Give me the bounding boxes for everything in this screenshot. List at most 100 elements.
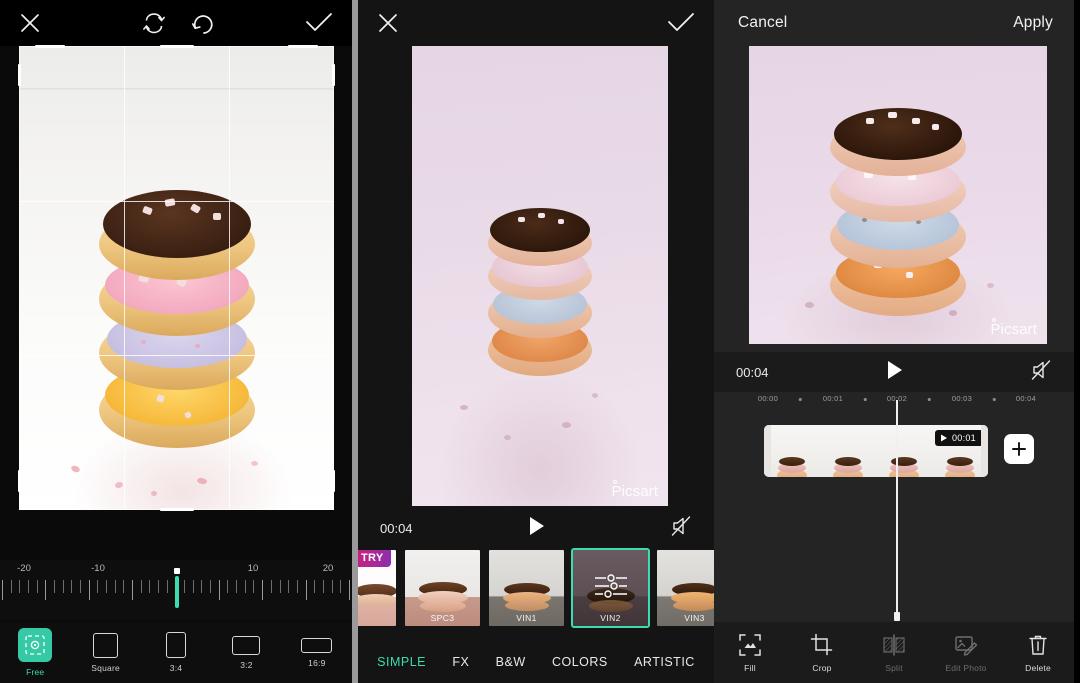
tool-fill[interactable]: Fill <box>714 622 786 683</box>
filter-thumb-vin3[interactable]: VIN3 <box>655 548 714 628</box>
tab-fx[interactable]: FX <box>452 655 469 669</box>
timeline-dot <box>863 398 867 401</box>
confirm-crop-icon[interactable] <box>304 10 334 36</box>
trash-icon <box>1029 635 1047 655</box>
ratio-free[interactable]: Free <box>0 622 70 683</box>
close-icon[interactable] <box>17 10 43 36</box>
crop-preview-image <box>19 46 334 510</box>
tab-simple[interactable]: SIMPLE <box>377 655 426 669</box>
tab-bw[interactable]: B&W <box>496 655 526 669</box>
crop-stage[interactable] <box>0 45 352 560</box>
close-icon[interactable] <box>375 10 401 36</box>
timeline-track[interactable]: 00:01 <box>714 416 1074 486</box>
clip-trim-handle-left[interactable] <box>764 425 771 477</box>
ruler-indicator[interactable] <box>175 576 179 608</box>
filter-name: SPC3 <box>430 613 455 623</box>
ruler-tick <box>140 580 142 593</box>
edit-photo-icon <box>955 635 978 656</box>
filter-stage: Picsart <box>358 46 714 508</box>
filter-name: VIN2 <box>600 613 621 623</box>
filter-panel: Picsart 00:04 TRY SPC3 VIN1 VIN2 VIN3 SI… <box>358 0 714 683</box>
ruler-tick <box>253 580 255 593</box>
timeline-ruler: 00:00 00:01 00:02 00:03 00:04 <box>714 392 1074 412</box>
clip-frame <box>764 425 820 477</box>
playhead-handle[interactable] <box>894 612 900 621</box>
mute-icon[interactable] <box>1030 359 1052 386</box>
timeline-clip[interactable]: 00:01 <box>764 425 988 477</box>
ruler-tick <box>54 580 56 593</box>
clip-tools-bar: Fill Crop Split Edit Photo Delete <box>714 622 1074 683</box>
filter-thumb-vin1[interactable]: VIN1 <box>487 548 566 628</box>
ruler-tick <box>192 580 194 593</box>
video-preview[interactable]: Picsart <box>412 46 668 506</box>
filter-thumb[interactable]: TRY <box>358 548 398 628</box>
ratio-3-4[interactable]: 3:4 <box>141 622 211 683</box>
playback-time: 00:04 <box>380 520 413 536</box>
filter-topbar <box>358 0 714 46</box>
clip-frame <box>876 425 932 477</box>
ruler-tick <box>331 580 333 593</box>
tool-label: Crop <box>812 662 832 673</box>
rotation-ruler[interactable]: -20 -10 10 20 <box>0 560 352 620</box>
filter-strip[interactable]: TRY SPC3 VIN1 VIN2 VIN3 <box>358 548 714 630</box>
playhead[interactable] <box>896 400 898 615</box>
play-icon[interactable] <box>525 515 547 542</box>
timeline-tick: 00:01 <box>822 394 844 403</box>
split-icon <box>883 634 905 655</box>
confirm-filter-icon[interactable] <box>666 10 696 36</box>
widescreen-icon <box>301 637 333 653</box>
timeline-topbar: Cancel Apply <box>714 0 1074 46</box>
play-icon <box>940 434 947 442</box>
timeline-tick: 00:00 <box>757 394 779 403</box>
tool-edit-photo[interactable]: Edit Photo <box>930 622 1002 683</box>
landscape-icon <box>232 635 261 655</box>
rotate-right-icon[interactable] <box>190 10 218 36</box>
add-clip-button[interactable] <box>1004 434 1034 464</box>
ruler-tick <box>184 580 186 593</box>
ruler-tick <box>227 580 229 593</box>
tool-crop[interactable]: Crop <box>786 622 858 683</box>
ruler-tick <box>210 580 212 593</box>
ratio-16-9[interactable]: 16:9 <box>282 622 352 683</box>
timeline-stage: Picsart <box>714 46 1074 352</box>
crop-grid-line <box>228 46 230 510</box>
donut-stack <box>488 198 592 376</box>
ruler-tick <box>166 580 168 593</box>
tool-label: Delete <box>1025 662 1051 673</box>
filter-thumb-vin2[interactable]: VIN2 <box>571 548 650 628</box>
ruler-tick <box>218 580 220 600</box>
tab-colors[interactable]: COLORS <box>552 655 608 669</box>
ruler-tick <box>279 580 281 593</box>
tool-split[interactable]: Split <box>858 622 930 683</box>
filter-thumb-spc3[interactable]: SPC3 <box>403 548 482 628</box>
ruler-tick <box>45 580 47 600</box>
mute-icon[interactable] <box>670 515 692 542</box>
crop-panel: -20 -10 10 20 Free Square 3:4 3:2 16:9 <box>0 0 352 683</box>
ruler-tick <box>305 580 307 600</box>
clip-trim-handle-right[interactable] <box>981 425 988 477</box>
tab-artistic[interactable]: ARTISTIC <box>634 655 695 669</box>
cancel-button[interactable]: Cancel <box>738 14 787 32</box>
tool-label: Split <box>885 662 903 673</box>
ruler-tick <box>132 580 134 600</box>
ruler-tick <box>236 580 238 593</box>
crop-icon <box>810 633 833 655</box>
crop-grid-line <box>123 46 125 510</box>
apply-button[interactable]: Apply <box>1013 14 1053 32</box>
video-preview[interactable]: Picsart <box>749 46 1047 344</box>
timeline-tick: 00:03 <box>951 394 973 403</box>
ruler-tick <box>28 580 30 593</box>
fill-icon <box>739 633 761 656</box>
adjust-sliders-icon <box>594 574 627 598</box>
ruler-tick <box>270 580 272 593</box>
ratio-label: 3:4 <box>169 663 183 673</box>
play-icon[interactable] <box>883 359 905 386</box>
tool-delete[interactable]: Delete <box>1002 622 1074 683</box>
clip-frame <box>820 425 876 477</box>
ratio-square[interactable]: Square <box>70 622 140 683</box>
ratio-3-2[interactable]: 3:2 <box>211 622 281 683</box>
rotate-left-icon[interactable] <box>140 10 168 36</box>
player-controls: 00:04 <box>714 352 1074 392</box>
ratio-label: Square <box>91 662 120 673</box>
timeline-dot <box>927 398 931 401</box>
